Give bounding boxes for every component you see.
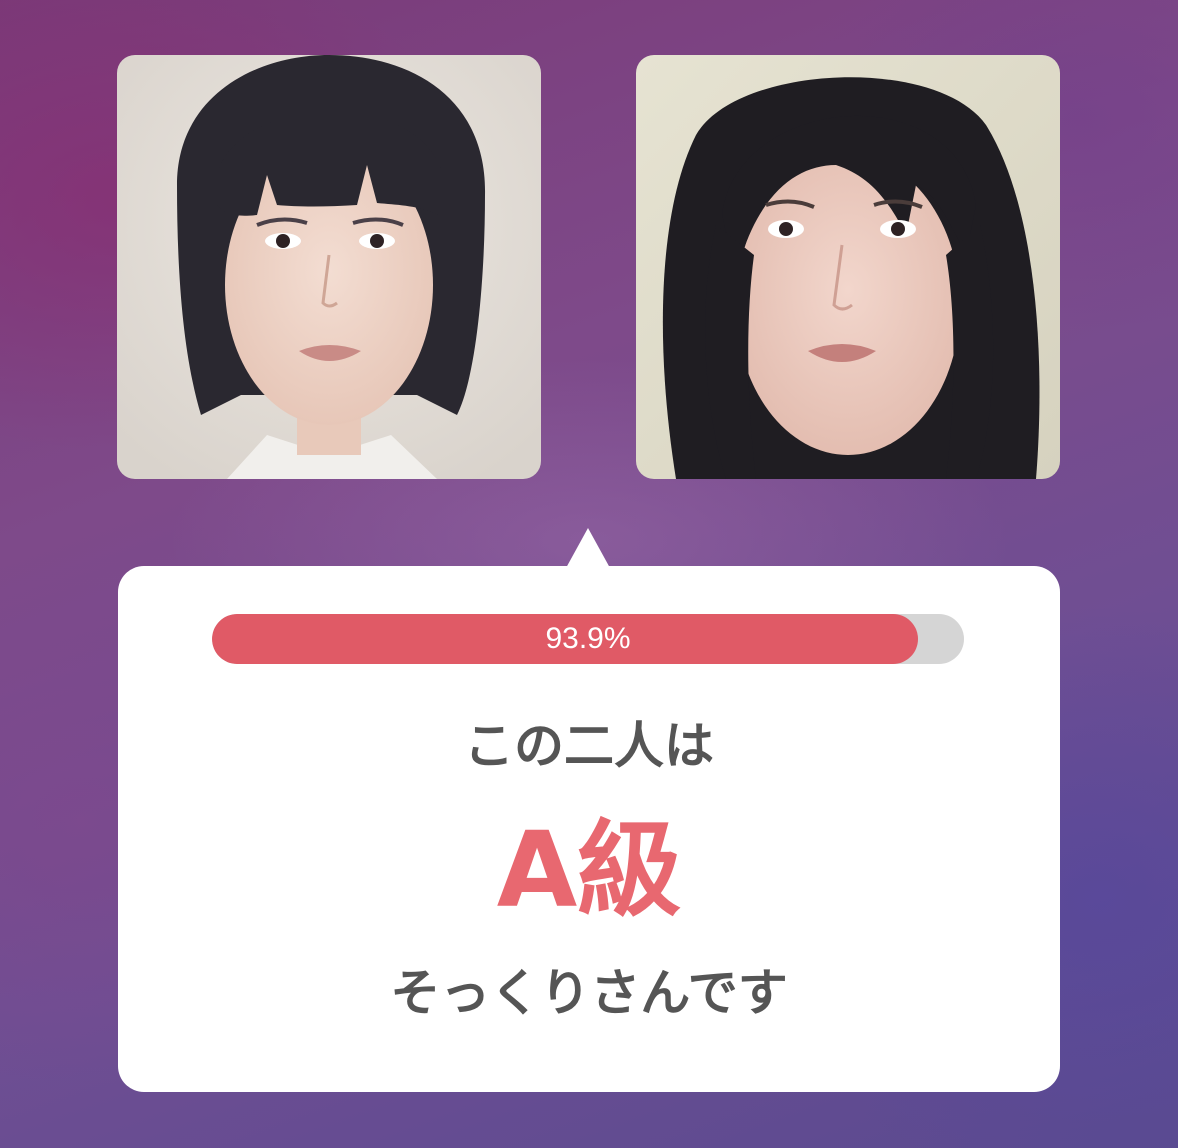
similarity-percentage: 93.9% — [545, 622, 631, 655]
portrait-long-hair-image — [636, 55, 1060, 479]
similarity-progress-bar: 93.9% — [212, 614, 964, 664]
card-pointer — [566, 528, 610, 568]
right-face-photo — [636, 55, 1060, 479]
portrait-short-hair-image — [117, 55, 541, 479]
left-face-photo — [117, 55, 541, 479]
result-intro-text: この二人は — [464, 717, 714, 775]
result-conclusion-text: そっくりさんです — [390, 964, 788, 1022]
result-card: 93.9% この二人は A級 そっくりさんです — [118, 566, 1060, 1092]
similarity-grade: A級 — [496, 809, 682, 931]
